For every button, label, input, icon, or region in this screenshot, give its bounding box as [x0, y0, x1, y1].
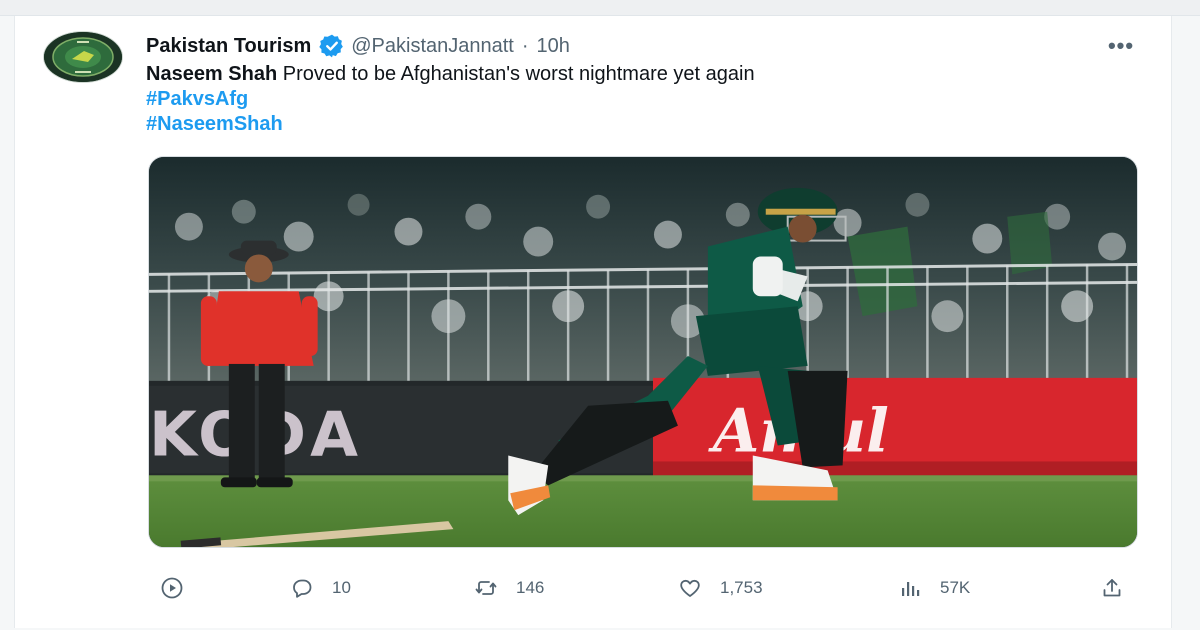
- tweet-text-line-1: Naseem Shah Proved to be Afghanistan's w…: [146, 62, 1106, 87]
- tweet-media-photo[interactable]: KODA Amul: [148, 156, 1138, 548]
- share-upload-icon: [1100, 576, 1124, 600]
- board-sponsor-left: KODA: [149, 399, 362, 471]
- views-count: 57K: [940, 578, 971, 597]
- more-options-button[interactable]: •••: [1104, 33, 1138, 58]
- share-button[interactable]: [1100, 570, 1124, 606]
- author-display-name[interactable]: Pakistan Tourism: [146, 35, 311, 58]
- verified-badge-icon: [319, 33, 345, 59]
- retweet-button[interactable]: 146: [474, 570, 544, 606]
- play-video-button[interactable]: [160, 570, 184, 606]
- tweet-header: Pakistan Tourism @PakistanJannatt · 10h: [146, 33, 570, 59]
- heart-icon: [678, 576, 702, 600]
- header-separator: ·: [521, 34, 529, 57]
- speech-bubble-icon: [290, 576, 314, 600]
- author-avatar[interactable]: [44, 32, 122, 82]
- tweet-body-text: Proved to be Afghanistan's worst nightma…: [277, 63, 755, 85]
- player-mention: Naseem Shah: [146, 63, 278, 85]
- play-circle-icon: [160, 576, 184, 600]
- author-handle[interactable]: @PakistanJannatt: [351, 35, 514, 58]
- retweet-arrows-icon: [474, 576, 498, 600]
- like-count: 1,753: [720, 578, 763, 597]
- reply-button[interactable]: 10: [290, 570, 351, 606]
- bar-chart-icon: [898, 576, 922, 600]
- top-divider-strip: [0, 0, 1200, 16]
- hashtag-pakvsafg[interactable]: #PakvsAfg: [146, 87, 1106, 112]
- retweet-count: 146: [516, 578, 545, 597]
- tweet-action-bar: 10 146 1,753 57K: [160, 570, 1140, 606]
- like-button[interactable]: 1,753: [678, 570, 763, 606]
- reply-count: 10: [332, 578, 351, 597]
- tweet-timestamp[interactable]: 10h: [537, 35, 570, 58]
- views-button[interactable]: 57K: [898, 570, 970, 606]
- hashtag-naseemshah[interactable]: #NaseemShah: [146, 112, 1106, 137]
- tweet-text: Naseem Shah Proved to be Afghanistan's w…: [146, 62, 1106, 137]
